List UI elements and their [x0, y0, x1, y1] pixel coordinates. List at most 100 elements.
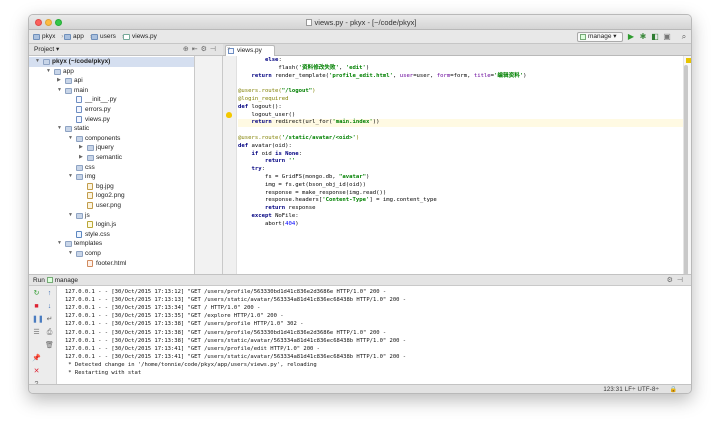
code-token: ) — [366, 174, 370, 180]
pause-icon[interactable]: ❚❚ — [32, 315, 44, 324]
gear-icon[interactable]: ⚙ — [201, 46, 210, 53]
debug-icon[interactable]: ✱ — [638, 32, 648, 42]
code-line[interactable]: img = fs.get(bson_obj_id(oid)) — [238, 182, 366, 190]
print-icon[interactable]: ⎙ — [45, 328, 54, 337]
tree-item[interactable]: views.py — [29, 115, 194, 125]
code-editor[interactable]: else: flash('资料修改失败', 'edit') return ren… — [237, 56, 691, 274]
gear-icon[interactable]: ⚙ — [667, 277, 677, 284]
tree-item[interactable]: ▼ js — [29, 211, 194, 221]
code-line[interactable]: except NoFile: — [238, 213, 298, 221]
code-line[interactable]: @users.route('/static/avatar/<oid>') — [238, 135, 359, 143]
code-line[interactable]: logout_user() — [238, 112, 295, 120]
tree-item[interactable]: css — [29, 163, 194, 173]
scrollbar[interactable] — [684, 65, 688, 275]
tree-item[interactable]: ▶ semantic — [29, 153, 194, 163]
chevron-right-icon[interactable]: ▶ — [57, 76, 61, 86]
tree-item-label: api — [74, 77, 83, 85]
code-line[interactable]: return '' — [238, 158, 295, 166]
chevron-down-icon[interactable]: ▼ — [68, 172, 73, 182]
breadcrumb-pkyx[interactable]: pkyx › — [32, 32, 63, 42]
breadcrumb-users[interactable]: users› — [90, 32, 124, 42]
chevron-down-icon[interactable]: ▼ — [68, 211, 73, 221]
tree-item[interactable]: style.css — [29, 230, 194, 240]
tree-item[interactable]: bg.jpg — [29, 182, 194, 192]
stop-icon[interactable]: ▣ — [662, 32, 672, 42]
close-tab-icon[interactable]: × — [227, 46, 271, 54]
clear-icon[interactable]: 🗑 — [45, 341, 54, 350]
tree-item[interactable]: ▼ components — [29, 134, 194, 144]
tree-item[interactable]: login.js — [29, 220, 194, 230]
scroll-down-icon[interactable]: ↓ — [45, 302, 54, 311]
chevron-down-icon[interactable]: ▼ — [57, 239, 62, 249]
code-line[interactable]: return response — [238, 205, 316, 213]
chevron-down-icon[interactable]: ▼ — [68, 134, 73, 144]
code-line[interactable]: flash('资料修改失败', 'edit') — [238, 65, 369, 73]
run-configuration-select[interactable]: manage ▾ — [577, 32, 623, 42]
project-view-select[interactable]: Project ▾ — [34, 45, 59, 55]
coverage-icon[interactable]: ◧ — [650, 32, 660, 42]
tree-item[interactable]: ▶ jquery — [29, 143, 194, 153]
tree-item-label: app — [63, 67, 74, 75]
chevron-down-icon[interactable]: ▼ — [68, 249, 73, 259]
code-line[interactable]: def avatar(oid): — [238, 143, 292, 151]
breadcrumb-views-py[interactable]: views.py — [122, 32, 160, 42]
chevron-right-icon[interactable]: ▶ — [79, 153, 83, 163]
chevron-down-icon[interactable]: ▼ — [57, 124, 62, 134]
warning-marker[interactable] — [686, 58, 691, 63]
code-token: except — [251, 213, 276, 219]
dump-threads-icon[interactable]: ☰ — [32, 328, 41, 337]
hide-icon[interactable]: ⊣ — [210, 46, 219, 53]
tree-item[interactable]: user.png — [29, 201, 194, 211]
code-line[interactable]: fs = GridFS(mongo.db, "avatar") — [238, 174, 369, 182]
tree-item[interactable]: __init__.py — [29, 95, 194, 105]
tree-item[interactable]: footer.html — [29, 259, 194, 269]
code-line[interactable]: return redirect(url_for('main.index')) — [238, 119, 688, 128]
pin-icon[interactable]: 📌 — [32, 354, 41, 363]
lock-icon[interactable]: 🔒 — [670, 386, 677, 393]
soft-wrap-icon[interactable]: ↵ — [45, 315, 54, 324]
code-line[interactable]: def logout(): — [238, 104, 282, 112]
code-line[interactable]: response = make_response(img.read()) — [238, 190, 386, 198]
code-line[interactable]: if oid is None: — [238, 151, 302, 159]
breadcrumb-label: pkyx — [42, 33, 56, 40]
code-line[interactable]: try: — [238, 166, 264, 174]
tree-item[interactable]: errors.py — [29, 105, 194, 115]
code-token: =form, — [450, 72, 474, 79]
code-line[interactable]: else: — [238, 57, 282, 65]
tree-item[interactable]: ▶ api — [29, 76, 194, 86]
chevron-down-icon[interactable]: ▼ — [57, 86, 62, 96]
run-console[interactable]: 127.0.0.1 - - [30/Oct/2015 17:13:12] "GE… — [57, 286, 691, 384]
chevron-right-icon[interactable]: ▶ — [79, 143, 83, 153]
tree-item[interactable]: logo2.png — [29, 191, 194, 201]
stop-icon[interactable]: ■ — [32, 302, 41, 311]
code-line[interactable]: response.headers['Content-Type'] = img.c… — [238, 197, 437, 205]
code-line[interactable]: abort(404) — [238, 221, 299, 229]
tree-item[interactable]: ▼ app — [29, 67, 194, 77]
code-line[interactable]: return render_template('profile_edit.htm… — [238, 72, 526, 81]
code-line[interactable]: @users.route("/logout") — [238, 88, 315, 96]
collapse-icon[interactable]: ⇤ — [192, 46, 201, 53]
close-icon[interactable]: ✕ — [32, 367, 41, 376]
chevron-down-icon[interactable]: ▼ — [46, 67, 51, 77]
tree-item[interactable]: ▼ pkyx (~/code/pkyx) — [29, 57, 194, 67]
tree-item[interactable]: ▼ main — [29, 86, 194, 96]
console-line: * Detected change in '/home/tonnie/code/… — [65, 361, 317, 368]
tree-item[interactable]: ▼ static — [29, 124, 194, 134]
chevron-down-icon[interactable]: ▼ — [35, 57, 40, 67]
tab-views-py[interactable]: views.py × — [225, 45, 275, 56]
status-position[interactable]: 123:31 LF÷ UTF-8÷ — [603, 386, 659, 393]
run-tab[interactable]: Run manage — [33, 276, 78, 286]
sync-icon[interactable]: ⊕ — [183, 46, 192, 53]
lightbulb-icon[interactable] — [226, 112, 232, 119]
breadcrumb-app[interactable]: app› — [63, 32, 92, 42]
search-icon[interactable]: ⌕ — [679, 32, 689, 42]
hide-icon[interactable]: ⊣ — [677, 277, 687, 284]
run-icon[interactable]: ▶ — [626, 32, 636, 42]
tree-item[interactable]: ▼ img — [29, 172, 194, 182]
scroll-up-icon[interactable]: ↑ — [45, 289, 54, 298]
tree-item[interactable]: ▼ templates — [29, 239, 194, 249]
code-token: return — [251, 72, 276, 79]
code-line[interactable]: @login_required — [238, 96, 289, 104]
rerun-icon[interactable]: ↻ — [32, 289, 41, 298]
tree-item[interactable]: ▼ comp — [29, 249, 194, 259]
